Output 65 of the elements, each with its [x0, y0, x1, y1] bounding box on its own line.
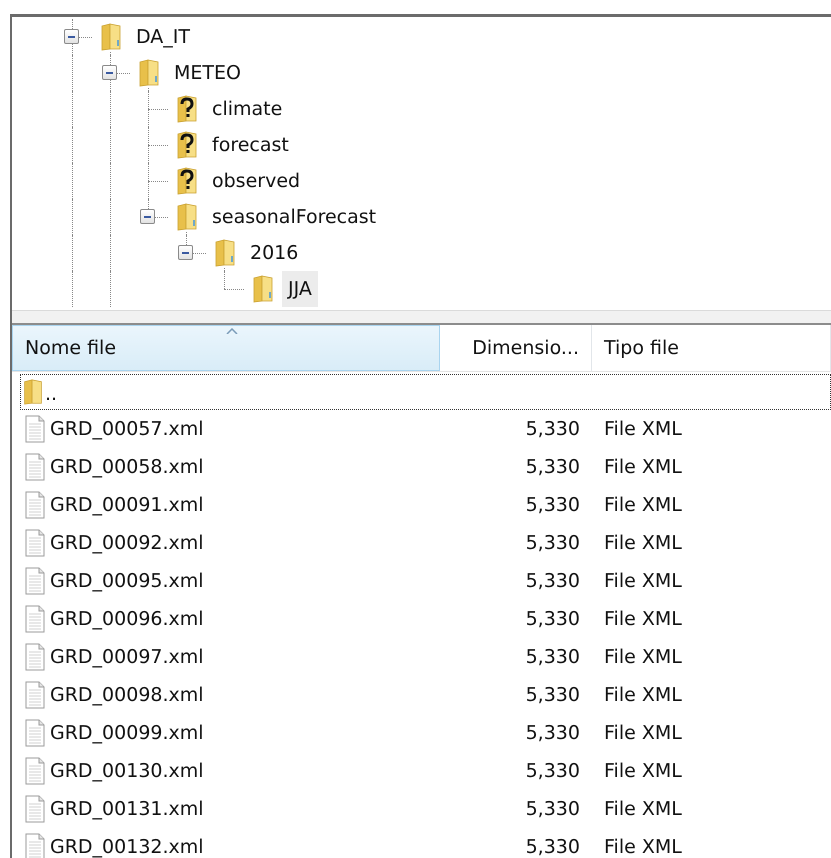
file-name[interactable]: GRD_00057.xml — [50, 418, 204, 440]
collapse-toggle[interactable] — [178, 245, 193, 260]
tree-item[interactable]: observed — [206, 163, 306, 199]
file-type: File XML — [604, 532, 682, 554]
document-icon — [24, 795, 46, 823]
file-type: File XML — [604, 646, 682, 668]
file-type: File XML — [604, 722, 682, 744]
tree-item[interactable]: DA_IT — [130, 19, 196, 55]
file-name[interactable]: GRD_00098.xml — [50, 684, 204, 706]
file-size: 5,330 — [526, 570, 580, 592]
document-icon — [24, 643, 46, 671]
file-type: File XML — [604, 608, 682, 630]
file-size: 5,330 — [526, 494, 580, 516]
document-icon — [24, 605, 46, 633]
file-name[interactable]: GRD_00099.xml — [50, 722, 204, 744]
document-icon — [24, 415, 46, 443]
file-name[interactable]: GRD_00130.xml — [50, 760, 204, 782]
collapse-toggle[interactable] — [64, 29, 79, 44]
file-name[interactable]: GRD_00095.xml — [50, 570, 204, 592]
file-name[interactable]: GRD_00058.xml — [50, 456, 204, 478]
tree-item[interactable]: forecast — [206, 127, 295, 163]
folder-icon — [21, 378, 45, 406]
file-name[interactable]: GRD_00131.xml — [50, 798, 204, 820]
file-type: File XML — [604, 456, 682, 478]
collapse-toggle[interactable] — [140, 209, 155, 224]
column-header[interactable]: Nome file — [12, 325, 440, 371]
file-name[interactable]: GRD_00091.xml — [50, 494, 204, 516]
file-name[interactable]: GRD_00097.xml — [50, 646, 204, 668]
tree-item[interactable]: seasonalForecast — [206, 199, 382, 235]
file-size: 5,330 — [526, 646, 580, 668]
file-size: 5,330 — [526, 608, 580, 630]
file-size: 5,330 — [526, 798, 580, 820]
document-icon — [24, 529, 46, 557]
tree-item[interactable]: 2016 — [244, 235, 304, 271]
document-icon — [24, 567, 46, 595]
file-type: File XML — [604, 570, 682, 592]
file-type: File XML — [604, 418, 682, 440]
file-type: File XML — [604, 684, 682, 706]
column-header[interactable]: Dimensio... — [440, 325, 592, 371]
file-size: 5,330 — [526, 456, 580, 478]
splitter-bar[interactable] — [12, 310, 831, 325]
parent-folder-item[interactable]: .. — [45, 383, 58, 409]
document-icon — [24, 681, 46, 709]
document-icon — [24, 757, 46, 785]
file-size: 5,330 — [526, 722, 580, 744]
file-name[interactable]: GRD_00096.xml — [50, 608, 204, 630]
file-size: 5,330 — [526, 532, 580, 554]
file-size: 5,330 — [526, 836, 580, 858]
file-size: 5,330 — [526, 684, 580, 706]
document-icon — [24, 453, 46, 481]
file-size: 5,330 — [526, 760, 580, 782]
file-type: File XML — [604, 798, 682, 820]
file-type: File XML — [604, 760, 682, 782]
collapse-toggle[interactable] — [102, 65, 117, 80]
file-type: File XML — [604, 836, 682, 858]
tree-item[interactable]: METEO — [168, 55, 247, 91]
file-type: File XML — [604, 494, 682, 516]
file-name[interactable]: GRD_00132.xml — [50, 836, 204, 858]
document-icon — [24, 719, 46, 747]
tree-item[interactable]: JJA — [282, 271, 318, 307]
file-size: 5,330 — [526, 418, 580, 440]
column-header[interactable]: Tipo file — [592, 325, 831, 371]
file-name[interactable]: GRD_00092.xml — [50, 532, 204, 554]
tree-item[interactable]: climate — [206, 91, 288, 127]
document-icon — [24, 491, 46, 519]
